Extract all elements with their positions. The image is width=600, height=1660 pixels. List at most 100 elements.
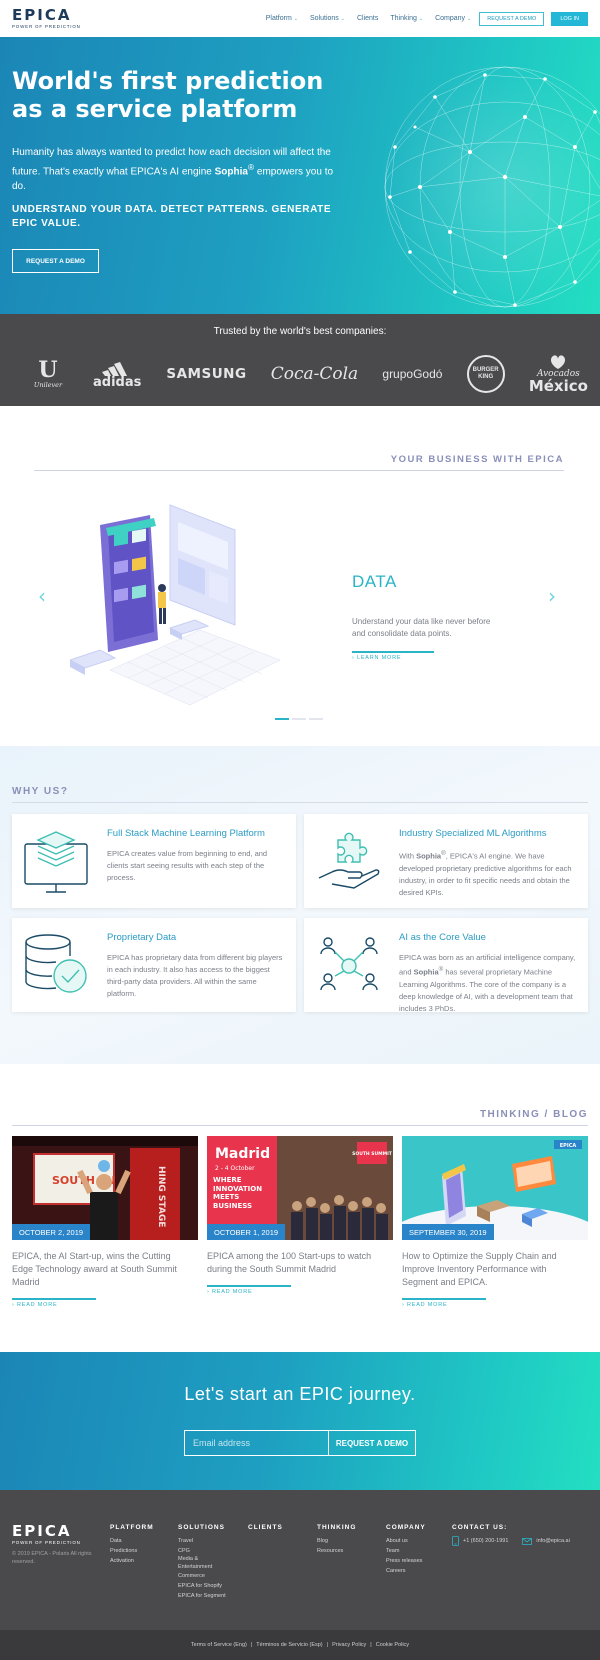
nav-company-label: Company bbox=[435, 15, 466, 22]
logo-tagline: POWER OF PREDICTION bbox=[12, 1540, 81, 1545]
why-card-proprietary-data: Proprietary Data EPICA has proprietary d… bbox=[12, 918, 296, 1012]
footer-link[interactable]: Commerce bbox=[178, 1571, 226, 1581]
footer-link[interactable]: Media & bbox=[178, 1556, 226, 1563]
chevron-down-icon: ⌄ bbox=[467, 15, 472, 22]
read-more-link[interactable]: › READ MORE bbox=[402, 1302, 447, 1308]
carousel-dot[interactable] bbox=[275, 718, 289, 720]
footer-link[interactable]: Blog bbox=[317, 1536, 356, 1546]
footer-logo[interactable]: EPICA POWER OF PREDICTION bbox=[12, 1522, 102, 1546]
bk-line1: BURGER bbox=[472, 367, 499, 373]
cookie-policy-link[interactable]: Cookie Policy bbox=[376, 1642, 409, 1648]
journey-request-demo-button[interactable]: REQUEST A DEMO bbox=[329, 1431, 415, 1455]
read-more-link[interactable]: › READ MORE bbox=[12, 1302, 57, 1308]
footer-link[interactable]: Travel bbox=[178, 1536, 226, 1546]
footer-link[interactable]: Entertainment bbox=[178, 1563, 226, 1571]
post-image-badge: SOUTH SUMMIT bbox=[352, 1151, 393, 1157]
footer-link[interactable]: Activation bbox=[110, 1556, 154, 1566]
hero-tagline: UNDERSTAND YOUR DATA. DETECT PATTERNS. G… bbox=[12, 204, 332, 229]
logo-wordmark: EPICA bbox=[12, 1522, 72, 1540]
terms-esp-link[interactable]: Términos de Servicio (Esp) bbox=[256, 1642, 322, 1648]
footer-col-thinking: THINKING Blog Resources bbox=[317, 1524, 356, 1556]
footer-col-title[interactable]: CLIENTS bbox=[248, 1524, 283, 1531]
footer-link[interactable]: Resources bbox=[317, 1546, 356, 1556]
card-text: With Sophia®, EPICA's AI engine. We have… bbox=[399, 848, 579, 899]
nav-company[interactable]: Company ⌄ bbox=[435, 15, 471, 22]
contact-email[interactable]: info@epica.ai bbox=[522, 1537, 570, 1545]
header-request-demo-button[interactable]: REQUEST A DEMO bbox=[479, 11, 545, 26]
learn-more-link[interactable]: › LEARN MORE bbox=[352, 655, 401, 661]
unilever-word: Unilever bbox=[33, 381, 63, 389]
footer-link[interactable]: Team bbox=[386, 1546, 426, 1556]
privacy-policy-link[interactable]: Privacy Policy bbox=[332, 1642, 366, 1648]
coca-cola-logo: Coca-Cola bbox=[270, 364, 359, 384]
avocado-leaf-icon bbox=[551, 354, 566, 369]
footer-link[interactable]: Careers bbox=[386, 1566, 426, 1576]
why-us-section: WHY US? Full Stack Machine Learning Plat… bbox=[0, 746, 600, 1064]
footer-col-title: COMPANY bbox=[386, 1524, 426, 1531]
footer-link[interactable]: Press releases bbox=[386, 1556, 426, 1566]
why-card-industry-algorithms: Industry Specialized ML Algorithms With … bbox=[304, 814, 588, 908]
terms-eng-link[interactable]: Terms of Service (Eng) bbox=[191, 1642, 247, 1648]
footer-link[interactable]: EPICA for Segment bbox=[178, 1591, 226, 1601]
footer-link[interactable]: About us bbox=[386, 1536, 426, 1546]
legal-bar: Terms of Service (Eng) | Términos de Ser… bbox=[0, 1630, 600, 1660]
footer-link[interactable]: Data bbox=[110, 1536, 154, 1546]
post-image-stage-text: HING STAGE bbox=[156, 1166, 166, 1227]
blog-heading: THINKING / BLOG bbox=[479, 1109, 588, 1120]
logo-tagline: POWER OF PREDICTION bbox=[12, 24, 81, 29]
carousel-next-arrow-icon[interactable]: › bbox=[548, 584, 556, 608]
contact-phone[interactable]: +1 (650) 200-1991 bbox=[452, 1536, 508, 1546]
network-globe-graphic bbox=[380, 62, 600, 312]
card-text: EPICA has proprietary data from differen… bbox=[107, 953, 283, 998]
epica-logo[interactable]: EPICA POWER OF PREDICTION bbox=[12, 6, 102, 30]
trusted-companies-section: Trusted by the world's best companies: U… bbox=[0, 314, 600, 406]
carousel-dot[interactable] bbox=[292, 718, 306, 720]
why-card-ai-core: AI as the Core Value EPICA was born as a… bbox=[304, 918, 588, 1013]
post-date-badge: OCTOBER 1, 2019 bbox=[207, 1224, 286, 1240]
journey-title: Let's start an EPIC journey. bbox=[184, 1384, 416, 1404]
hero-section: World's first prediction as a service pl… bbox=[0, 37, 600, 314]
site-header: EPICA POWER OF PREDICTION Platform ⌄ Sol… bbox=[0, 0, 600, 37]
footer-link[interactable]: EPICA for Shopify bbox=[178, 1581, 226, 1591]
footer-col-title: THINKING bbox=[317, 1524, 357, 1531]
post-title[interactable]: EPICA among the 100 Start-ups to watch d… bbox=[207, 1250, 387, 1276]
grupo-godo-logo: grupoGodó bbox=[382, 367, 443, 381]
separator: | bbox=[370, 1642, 372, 1648]
read-more-underline bbox=[12, 1298, 96, 1300]
client-logos: U Unilever adidas SAMSUNG Coca-Cola grup… bbox=[28, 352, 588, 396]
sophia-name: Sophia bbox=[214, 166, 248, 178]
footer-link[interactable]: CPG bbox=[178, 1546, 226, 1556]
nav-platform[interactable]: Platform ⌄ bbox=[266, 15, 298, 22]
read-more-link[interactable]: › READ MORE bbox=[207, 1289, 252, 1295]
footer-link[interactable]: Predictions bbox=[110, 1546, 154, 1556]
card-title: AI as the Core Value bbox=[399, 932, 486, 943]
contact-row: +1 (650) 200-1991 info@epica.ai bbox=[452, 1536, 570, 1546]
carousel-dots bbox=[275, 718, 323, 720]
hero-request-demo-button[interactable]: REQUEST A DEMO bbox=[12, 249, 99, 273]
post-title[interactable]: EPICA, the AI Start-up, wins the Cutting… bbox=[12, 1250, 192, 1289]
carousel-prev-arrow-icon[interactable]: ‹ bbox=[38, 584, 46, 608]
post-image-city: Madrid bbox=[215, 1146, 270, 1162]
journey-cta-section: Let's start an EPIC journey. REQUEST A D… bbox=[0, 1352, 600, 1490]
post-title[interactable]: How to Optimize the Supply Chain and Imp… bbox=[402, 1250, 582, 1289]
footer-col-solutions: SOLUTIONS Travel CPG Media & Entertainme… bbox=[178, 1524, 226, 1601]
read-more-underline bbox=[402, 1298, 486, 1300]
logo-wordmark: EPICA bbox=[12, 6, 72, 24]
business-divider bbox=[34, 470, 564, 471]
login-button[interactable]: LOG IN bbox=[551, 11, 588, 26]
mail-icon bbox=[522, 1537, 533, 1545]
nav-thinking[interactable]: Thinking ⌄ bbox=[390, 15, 423, 22]
nav-solutions-label: Solutions bbox=[309, 15, 339, 22]
carousel-dot[interactable] bbox=[309, 718, 323, 720]
nav-clients[interactable]: Clients bbox=[357, 15, 378, 22]
card-text-part: With bbox=[399, 851, 417, 861]
sophia-name: Sophia bbox=[413, 967, 439, 977]
adidas-stripes-icon bbox=[102, 361, 128, 376]
post-date-badge: SEPTEMBER 30, 2019 bbox=[402, 1224, 494, 1240]
why-us-divider bbox=[12, 802, 588, 803]
hero-title: World's first prediction as a service pl… bbox=[12, 67, 324, 123]
nav-solutions[interactable]: Solutions ⌄ bbox=[310, 15, 345, 22]
mexico-word: México bbox=[528, 376, 588, 395]
email-input[interactable] bbox=[185, 1431, 329, 1455]
email-address: info@epica.ai bbox=[536, 1538, 570, 1544]
